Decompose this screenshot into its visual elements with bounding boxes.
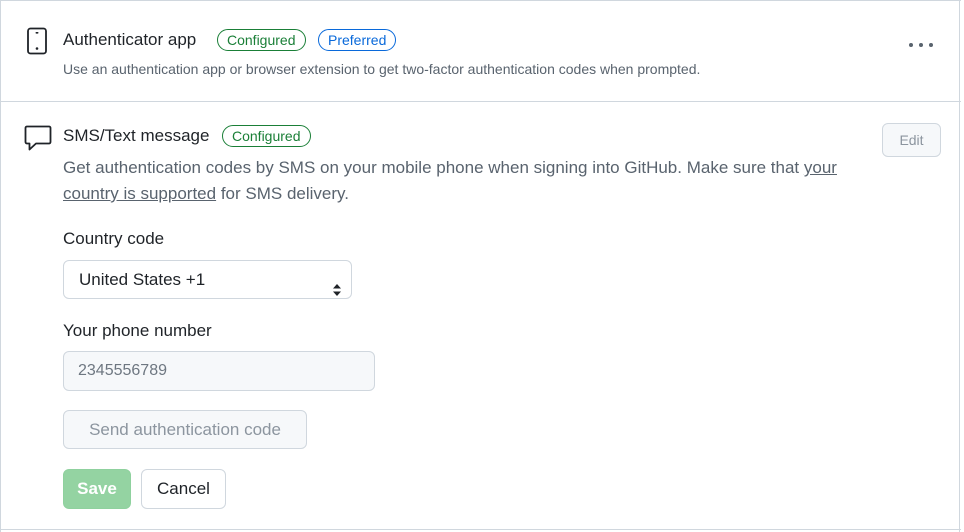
sms-description-text: Get authentication codes by SMS on your … — [63, 158, 804, 177]
edit-button[interactable]: Edit — [882, 123, 941, 157]
phone-number-input[interactable]: 2345556789 — [63, 351, 375, 391]
sms-configured-badge: Configured — [222, 125, 311, 147]
authenticator-app-title: Authenticator app — [63, 30, 197, 49]
select-arrows-icon — [332, 273, 342, 310]
save-button[interactable]: Save — [63, 469, 131, 509]
country-code-value: United States +1 — [79, 270, 206, 289]
sms-title: SMS/Text message — [63, 126, 210, 145]
comment-icon — [24, 124, 52, 152]
mobile-phone-icon — [26, 27, 48, 55]
phone-number-label: Your phone number — [63, 321, 212, 340]
authenticator-app-description: Use an authentication app or browser ext… — [63, 61, 701, 77]
configured-badge: Configured — [217, 29, 306, 51]
two-factor-methods-panel: Authenticator app Configured Preferred U… — [0, 0, 961, 532]
country-code-select[interactable]: United States +1 — [63, 260, 352, 299]
authenticator-options-button[interactable] — [907, 36, 935, 54]
kebab-horizontal-icon — [907, 41, 935, 58]
sms-description: Get authentication codes by SMS on your … — [63, 155, 875, 207]
bottom-divider — [1, 529, 961, 530]
sms-description-tail: for SMS delivery. — [216, 184, 349, 203]
country-code-label: Country code — [63, 229, 165, 248]
send-authentication-code-button[interactable]: Send authentication code — [63, 410, 307, 449]
preferred-badge: Preferred — [318, 29, 397, 51]
cancel-button[interactable]: Cancel — [141, 469, 226, 509]
section-divider — [1, 101, 961, 102]
top-divider — [1, 0, 961, 1]
